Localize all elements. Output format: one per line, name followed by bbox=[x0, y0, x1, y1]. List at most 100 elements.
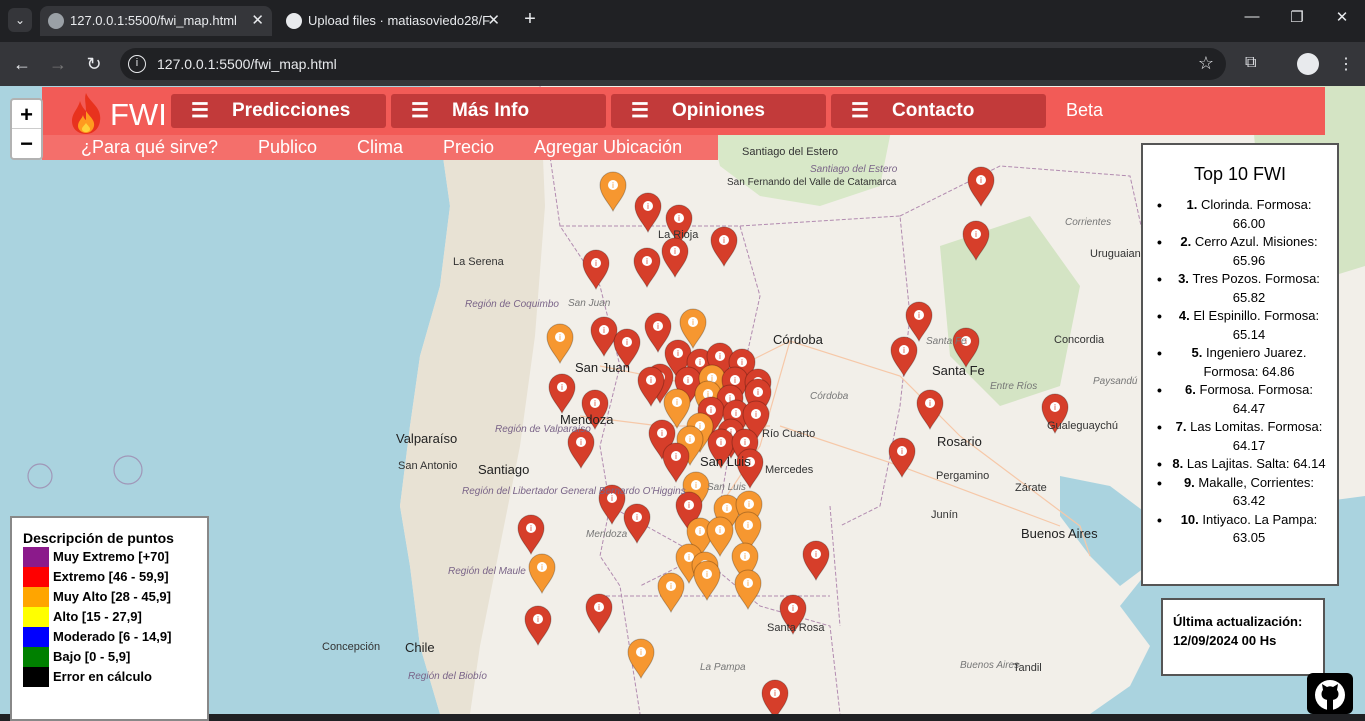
svg-text:i: i bbox=[688, 501, 690, 510]
svg-text:i: i bbox=[688, 553, 690, 562]
nav-predicciones-button[interactable]: ☰ Predicciones bbox=[171, 94, 386, 128]
map-label: Santa Fe bbox=[932, 363, 985, 378]
svg-text:i: i bbox=[661, 429, 663, 438]
back-icon[interactable]: ← bbox=[10, 52, 34, 76]
list-item: 5. Ingeniero Juarez. Formosa: 64.86 bbox=[1157, 344, 1329, 381]
list-item: 9. Makalle, Corrientes: 63.42 bbox=[1157, 474, 1329, 511]
close-tab-icon[interactable]: ✕ bbox=[487, 6, 500, 36]
nav-label: Predicciones bbox=[232, 100, 351, 121]
svg-text:i: i bbox=[636, 513, 638, 522]
reload-icon[interactable]: ↻ bbox=[82, 52, 106, 76]
legend-swatch bbox=[23, 587, 49, 607]
map-label: Santiago bbox=[478, 462, 530, 477]
tab-title: Upload files · matiasoviedo28/F bbox=[308, 13, 491, 28]
svg-text:i: i bbox=[1054, 403, 1056, 412]
svg-text:i: i bbox=[815, 550, 817, 559]
map-label: Tandil bbox=[1013, 662, 1042, 674]
svg-text:i: i bbox=[657, 322, 659, 331]
svg-text:i: i bbox=[678, 214, 680, 223]
svg-text:i: i bbox=[901, 447, 903, 456]
legend-item: Bajo [0 - 5,9] bbox=[23, 647, 207, 667]
svg-text:i: i bbox=[674, 247, 676, 256]
nav-label: Más Info bbox=[452, 100, 530, 121]
map-label: San Luis bbox=[700, 454, 751, 469]
site-info-icon[interactable]: i bbox=[128, 55, 146, 73]
legend-swatch bbox=[23, 547, 49, 567]
svg-text:i: i bbox=[744, 552, 746, 561]
subnav-clima[interactable]: Clima bbox=[357, 137, 403, 158]
top10-title: Top 10 FWI bbox=[1193, 164, 1287, 184]
list-item: 10. Intiyaco. La Pampa: 63.05 bbox=[1157, 511, 1329, 548]
map-label: La Serena bbox=[453, 256, 504, 268]
legend-item: Muy Alto [28 - 45,9] bbox=[23, 587, 207, 607]
map-label: Región del Maule bbox=[448, 566, 526, 577]
svg-text:i: i bbox=[530, 524, 532, 533]
more-menu-icon[interactable]: ⋮ bbox=[1338, 54, 1354, 74]
close-tab-icon[interactable]: ✕ bbox=[251, 6, 264, 36]
maximize-icon[interactable]: ❐ bbox=[1285, 8, 1309, 26]
map-label: Mendoza bbox=[586, 529, 628, 540]
url-field[interactable]: i 127.0.0.1:5500/fwi_map.html ☆ bbox=[120, 48, 1226, 80]
svg-text:i: i bbox=[677, 349, 679, 358]
legend-item: Moderado [6 - 14,9] bbox=[23, 627, 207, 647]
menu-icon: ☰ bbox=[191, 100, 209, 122]
extensions-icon[interactable]: ⧉ bbox=[1245, 54, 1256, 72]
nav-label: Opiniones bbox=[672, 100, 765, 121]
nav-mas-info-button[interactable]: ☰ Más Info bbox=[391, 94, 606, 128]
map-label: Santa Fe bbox=[926, 336, 967, 347]
nav-opiniones-button[interactable]: ☰ Opiniones bbox=[611, 94, 826, 128]
svg-text:i: i bbox=[675, 452, 677, 461]
svg-text:i: i bbox=[792, 604, 794, 613]
map-label: Región de Valparaíso bbox=[495, 424, 591, 435]
svg-text:i: i bbox=[640, 648, 642, 657]
subnav-precio[interactable]: Precio bbox=[443, 137, 494, 158]
svg-text:i: i bbox=[692, 318, 694, 327]
list-item: 3. Tres Pozos. Formosa: 65.82 bbox=[1157, 270, 1329, 307]
chevron-down-icon[interactable]: ⌄ bbox=[8, 8, 32, 32]
globe-icon bbox=[48, 13, 64, 29]
map-label: Santa Rosa bbox=[767, 622, 825, 634]
map-label: Santiago del Estero bbox=[742, 146, 839, 158]
list-item: 6. Formosa. Formosa: 64.47 bbox=[1157, 381, 1329, 418]
forward-icon[interactable]: → bbox=[46, 52, 70, 76]
subnav-publico[interactable]: Publico bbox=[258, 137, 317, 158]
map-label: Buenos Aires bbox=[1021, 526, 1098, 541]
legend-title: Descripción de puntos bbox=[23, 530, 174, 546]
last-update-label: Última actualización: bbox=[1173, 614, 1303, 629]
svg-text:i: i bbox=[719, 352, 721, 361]
legend-swatch bbox=[23, 627, 49, 647]
map-label: La Rioja bbox=[658, 229, 699, 241]
list-item: 1. Clorinda. Formosa: 66.00 bbox=[1157, 196, 1329, 233]
svg-text:i: i bbox=[687, 376, 689, 385]
subnav-para-que-sirve[interactable]: ¿Para qué sirve? bbox=[81, 137, 218, 158]
map-label: San Juan bbox=[568, 298, 611, 309]
close-window-icon[interactable]: ✕ bbox=[1330, 8, 1354, 26]
map-label: Zárate bbox=[1015, 482, 1047, 494]
map-label: Buenos Aires bbox=[960, 660, 1020, 671]
map-label: San Antonio bbox=[398, 460, 458, 472]
svg-text:i: i bbox=[695, 481, 697, 490]
svg-text:i: i bbox=[747, 579, 749, 588]
new-tab-button[interactable]: + bbox=[518, 8, 542, 32]
profile-avatar[interactable] bbox=[1297, 53, 1319, 75]
beta-label: Beta bbox=[1066, 100, 1104, 120]
tab-upload-files[interactable]: Upload files · matiasoviedo28/F ✕ bbox=[278, 6, 508, 36]
legend-item: Alto [15 - 27,9] bbox=[23, 607, 207, 627]
tab-fwi-map[interactable]: 127.0.0.1:5500/fwi_map.html ✕ bbox=[40, 6, 272, 36]
map-label: Junín bbox=[931, 509, 958, 521]
svg-text:i: i bbox=[726, 504, 728, 513]
github-link-button[interactable] bbox=[1307, 673, 1353, 714]
map-label: San Luis bbox=[707, 482, 746, 493]
zoom-in-button[interactable]: + bbox=[12, 100, 41, 129]
subnav-agregar-ubicacion[interactable]: Agregar Ubicación bbox=[534, 137, 682, 158]
bookmark-star-icon[interactable]: ☆ bbox=[1198, 53, 1214, 74]
nav-contacto-button[interactable]: ☰ Contacto bbox=[831, 94, 1046, 128]
map-label: Valparaíso bbox=[396, 431, 458, 446]
legend-item: Extremo [46 - 59,9] bbox=[23, 567, 207, 587]
minimize-icon[interactable]: — bbox=[1240, 8, 1264, 25]
map-label: Pergamino bbox=[936, 470, 990, 482]
map-label: Mercedes bbox=[765, 464, 814, 476]
svg-text:i: i bbox=[980, 176, 982, 185]
zoom-out-button[interactable]: − bbox=[12, 129, 41, 158]
address-bar: ← → ↻ i 127.0.0.1:5500/fwi_map.html ☆ ⧉ … bbox=[0, 42, 1365, 86]
